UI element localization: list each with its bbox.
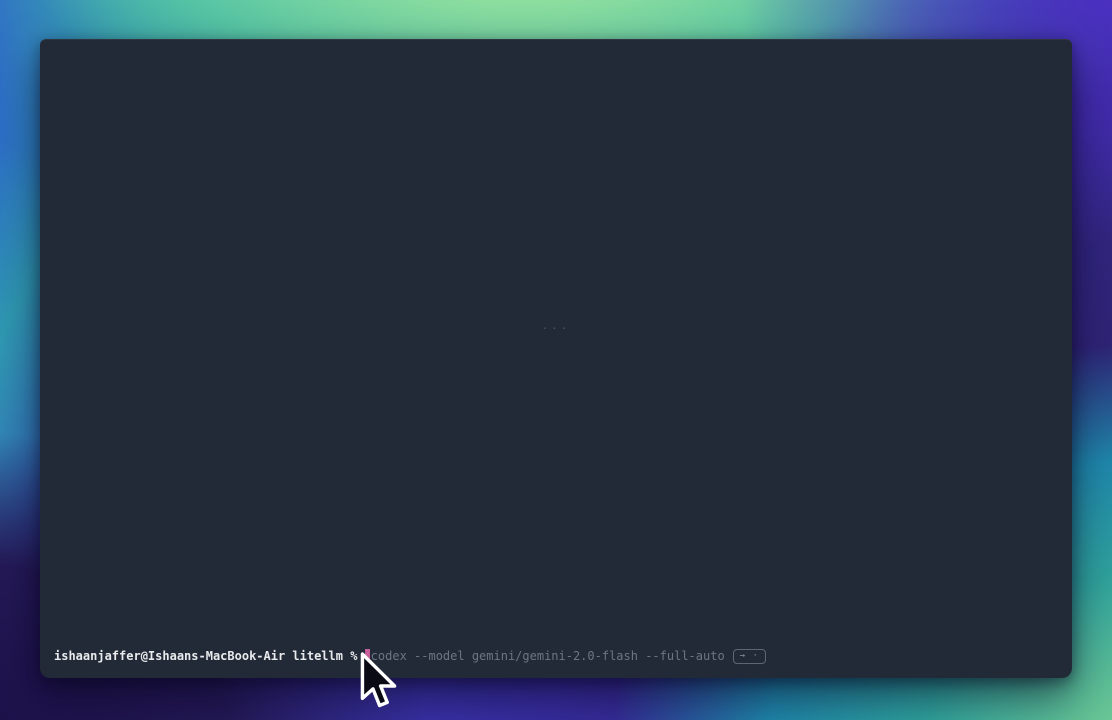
desktop-wallpaper: ··· ishaanjaffer@Ishaans-MacBook-Air lit… bbox=[0, 0, 1112, 720]
accept-suggestion-hint-pill[interactable]: → · bbox=[733, 649, 766, 664]
terminal-window[interactable]: ··· ishaanjaffer@Ishaans-MacBook-Air lit… bbox=[40, 39, 1072, 678]
terminal-output-area[interactable]: ··· bbox=[40, 40, 1072, 678]
terminal-prompt-line: ishaanjaffer@Ishaans-MacBook-Air litellm… bbox=[54, 648, 1058, 664]
autosuggestion-text: codex --model gemini/gemini-2.0-flash --… bbox=[371, 648, 725, 664]
text-cursor bbox=[365, 649, 370, 663]
terminal-center-dots: ··· bbox=[542, 322, 571, 335]
shell-prompt: ishaanjaffer@Ishaans-MacBook-Air litellm… bbox=[54, 648, 365, 664]
